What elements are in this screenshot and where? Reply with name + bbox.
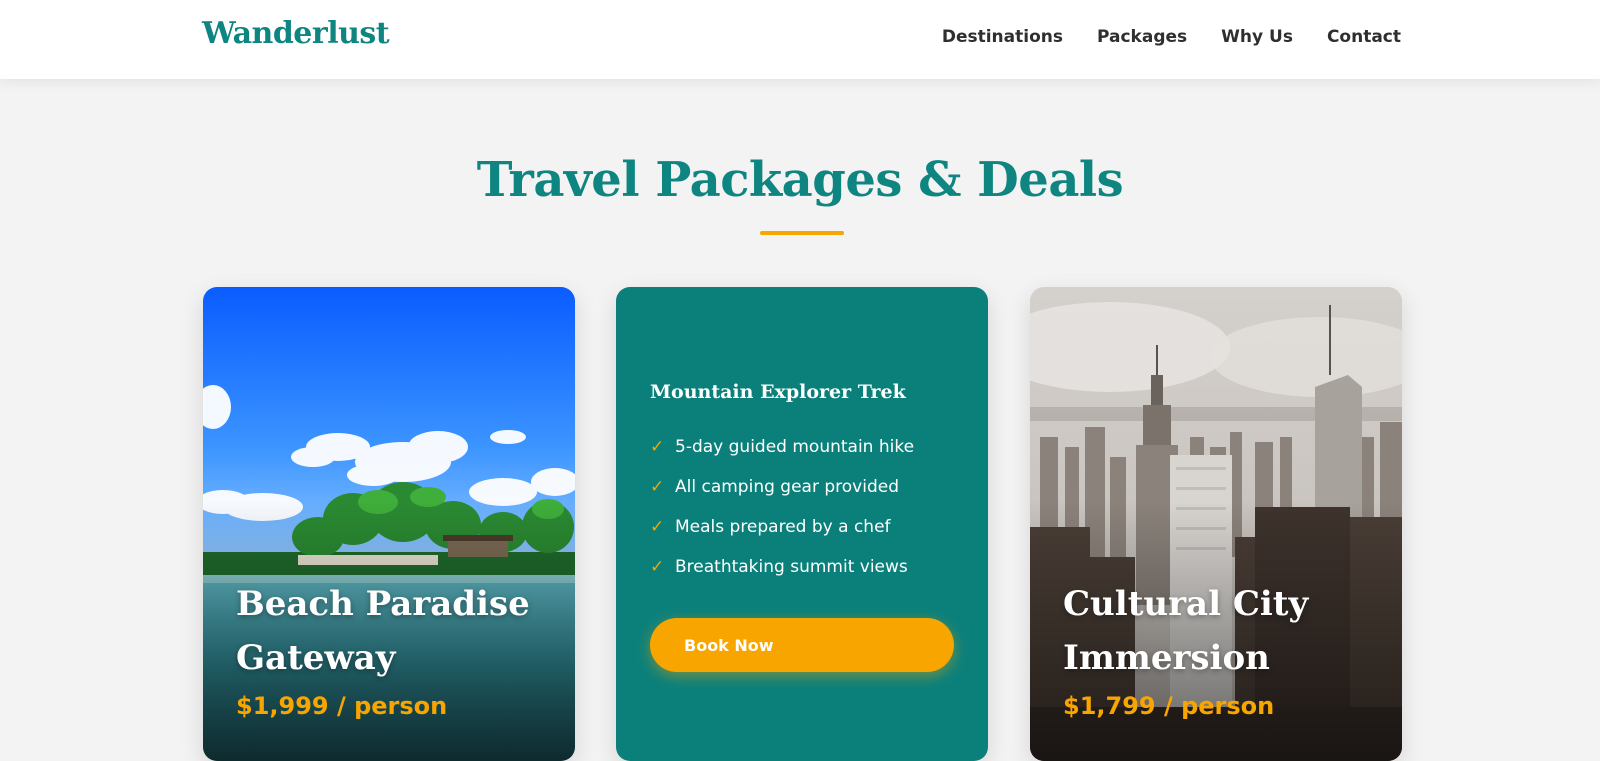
title-underline: [760, 231, 844, 235]
card-overlay: [203, 287, 575, 761]
nav-why-us[interactable]: Why Us: [1221, 27, 1293, 47]
feature-text: 5-day guided mountain hike: [675, 437, 915, 457]
nav-contact[interactable]: Contact: [1327, 27, 1401, 47]
package-card-city[interactable]: Cultural City Immersion $1,799 / person: [1030, 287, 1402, 761]
card-price: $1,799 / person: [1063, 692, 1275, 720]
feature-text: Breathtaking summit views: [675, 557, 908, 577]
feature-text: Meals prepared by a chef: [675, 517, 891, 537]
book-now-button[interactable]: Book Now: [650, 618, 954, 672]
section-title: Travel Packages & Deals: [476, 152, 1124, 208]
card-overlay: [1030, 287, 1402, 761]
card-title: Beach Paradise Gateway: [236, 584, 530, 678]
card-price: $1,999 / person: [236, 692, 448, 720]
feature-list: ✓ 5-day guided mountain hike ✓ All campi…: [650, 427, 914, 587]
package-card-mountain: Mountain Explorer Trek ✓ 5-day guided mo…: [616, 287, 988, 761]
feature-text: All camping gear provided: [675, 477, 899, 497]
check-icon: ✓: [650, 437, 665, 457]
logo[interactable]: Wanderlust: [202, 16, 390, 51]
package-card-beach[interactable]: Beach Paradise Gateway $1,999 / person: [203, 287, 575, 761]
nav-packages[interactable]: Packages: [1097, 27, 1187, 47]
check-icon: ✓: [650, 517, 665, 537]
card-title: Mountain Explorer Trek: [650, 381, 906, 403]
check-icon: ✓: [650, 477, 665, 497]
site-header: Wanderlust Destinations Packages Why Us …: [0, 0, 1600, 79]
feature-item: ✓ All camping gear provided: [650, 467, 914, 507]
feature-item: ✓ 5-day guided mountain hike: [650, 427, 914, 467]
card-title: Cultural City Immersion: [1063, 584, 1309, 678]
main-nav: Destinations Packages Why Us Contact: [942, 27, 1401, 47]
nav-destinations[interactable]: Destinations: [942, 27, 1063, 47]
feature-item: ✓ Meals prepared by a chef: [650, 507, 914, 547]
feature-item: ✓ Breathtaking summit views: [650, 547, 914, 587]
check-icon: ✓: [650, 557, 665, 577]
